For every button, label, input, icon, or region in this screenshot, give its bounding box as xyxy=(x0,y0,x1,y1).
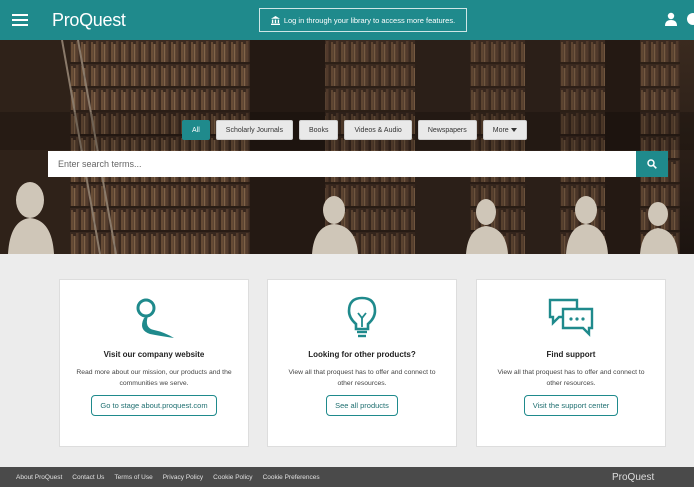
tab-scholarly-journals[interactable]: Scholarly Journals xyxy=(215,120,293,140)
footer-link-privacy[interactable]: Privacy Policy xyxy=(163,474,203,481)
search-source-tabs: All Scholarly Journals Books Videos & Au… xyxy=(182,120,527,140)
footer-link-terms[interactable]: Terms of Use xyxy=(114,474,152,481)
support-card: Find support View all that proquest has … xyxy=(476,279,666,447)
footer-logo: ProQuest xyxy=(612,472,655,483)
search-bar xyxy=(48,151,668,177)
support-center-button[interactable]: Visit the support center xyxy=(523,395,619,416)
footer-link-contact[interactable]: Contact Us xyxy=(72,474,104,481)
card-title: Find support xyxy=(546,350,596,359)
proquest-logo-icon xyxy=(130,294,178,340)
hamburger-menu-icon[interactable] xyxy=(0,0,40,40)
library-login-label: Log in through your library to access mo… xyxy=(283,15,456,25)
tab-books[interactable]: Books xyxy=(298,120,339,140)
card-description: Read more about our mission, our product… xyxy=(76,369,232,387)
card-title: Looking for other products? xyxy=(308,350,416,359)
hero-banner: All Scholarly Journals Books Videos & Au… xyxy=(0,40,694,254)
tab-videos-audio[interactable]: Videos & Audio xyxy=(344,120,412,140)
globe-icon[interactable] xyxy=(685,12,694,26)
footer-link-cookie-preferences[interactable]: Cookie Preferences xyxy=(263,474,320,481)
chevron-down-icon xyxy=(510,128,517,132)
library-background-image xyxy=(0,40,694,254)
brand-logo[interactable]: ProQuest xyxy=(52,10,126,31)
other-products-card: Looking for other products? View all tha… xyxy=(267,279,457,447)
tab-more[interactable]: More xyxy=(482,120,527,140)
see-all-products-button[interactable]: See all products xyxy=(326,395,398,416)
tab-all[interactable]: All xyxy=(182,120,210,140)
user-icon[interactable] xyxy=(665,12,677,26)
search-button[interactable] xyxy=(636,151,668,177)
search-input[interactable] xyxy=(48,151,636,177)
card-description: View all that proquest has to offer and … xyxy=(497,369,645,387)
tab-newspapers[interactable]: Newspapers xyxy=(417,120,477,140)
chat-bubbles-icon xyxy=(547,294,595,340)
lightbulb-icon xyxy=(346,294,378,340)
card-title: Visit our company website xyxy=(103,350,205,359)
library-login-button[interactable]: Log in through your library to access mo… xyxy=(259,8,467,32)
footer-link-about[interactable]: About ProQuest xyxy=(16,474,62,481)
company-website-button[interactable]: Go to stage about.proquest.com xyxy=(91,395,217,416)
search-icon xyxy=(647,159,657,169)
footer: About ProQuest Contact Us Terms of Use P… xyxy=(0,467,694,487)
tab-more-label: More xyxy=(492,126,509,134)
card-description: View all that proquest has to offer and … xyxy=(288,369,436,387)
institution-icon xyxy=(270,15,280,25)
footer-link-cookie-policy[interactable]: Cookie Policy xyxy=(213,474,252,481)
company-website-card: Visit our company website Read more abou… xyxy=(59,279,249,447)
top-navigation-bar: ProQuest Log in through your library to … xyxy=(0,0,694,40)
